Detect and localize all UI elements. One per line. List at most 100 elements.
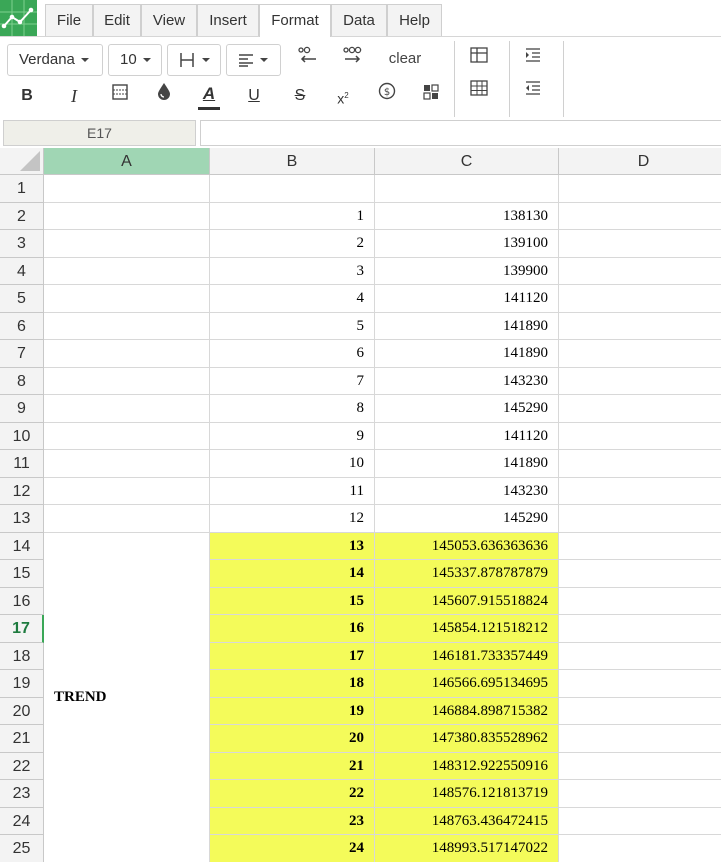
cell-b[interactable]: 16 xyxy=(210,615,375,643)
cell-d[interactable] xyxy=(559,340,721,368)
cell-a[interactable] xyxy=(44,422,210,450)
cell-a[interactable] xyxy=(44,367,210,395)
cell-b[interactable]: 8 xyxy=(210,395,375,423)
cell-d[interactable] xyxy=(559,203,721,230)
select-all-corner[interactable] xyxy=(0,148,44,175)
row-header[interactable]: 22 xyxy=(0,752,44,780)
superscript-icon[interactable]: x2 xyxy=(329,82,357,110)
cell-b[interactable]: 1 xyxy=(210,202,375,230)
fill-color-icon[interactable] xyxy=(150,82,178,110)
cell-c[interactable]: 145607.915518824 xyxy=(375,587,559,615)
cell-b[interactable]: 2 xyxy=(210,230,375,258)
row-header[interactable]: 8 xyxy=(0,367,44,395)
cell-d[interactable] xyxy=(559,698,721,725)
cell-d[interactable] xyxy=(559,313,721,340)
column-header-a[interactable]: A xyxy=(44,148,210,175)
cell-d[interactable] xyxy=(559,450,721,478)
cell-b[interactable]: 4 xyxy=(210,285,375,313)
cell-c[interactable]: 141120 xyxy=(375,422,559,450)
cell-b[interactable]: 12 xyxy=(210,505,375,533)
cell-b[interactable]: 10 xyxy=(210,450,375,478)
cell-a[interactable] xyxy=(44,505,210,533)
cell-b[interactable]: 7 xyxy=(210,367,375,395)
cell-d[interactable] xyxy=(559,643,721,670)
cell-a[interactable] xyxy=(44,312,210,340)
row-header[interactable]: 11 xyxy=(0,450,44,478)
cell-b[interactable]: 20 xyxy=(210,725,375,753)
font-size-select[interactable]: 10 xyxy=(108,44,162,76)
cell-d[interactable] xyxy=(559,395,721,423)
cell-reference-box[interactable]: E17 xyxy=(3,120,196,146)
cell-c[interactable]: 138130 xyxy=(375,202,559,230)
font-family-select[interactable]: Verdana xyxy=(7,44,103,76)
cell-c[interactable]: 141890 xyxy=(375,450,559,478)
row-header[interactable]: 25 xyxy=(0,835,44,862)
cell-a[interactable] xyxy=(44,450,210,478)
cell-b[interactable] xyxy=(210,175,375,203)
cell-b[interactable]: 13 xyxy=(210,532,375,560)
underline-icon[interactable]: U xyxy=(240,82,268,110)
currency-icon[interactable]: $ xyxy=(373,82,401,110)
cell-d[interactable] xyxy=(559,560,721,588)
formula-input[interactable] xyxy=(200,120,721,146)
cell-c[interactable]: 145854.121518212 xyxy=(375,615,559,643)
borders-select[interactable] xyxy=(167,44,221,76)
cell-d[interactable] xyxy=(559,780,721,808)
cell-a[interactable] xyxy=(44,395,210,423)
row-header[interactable]: 5 xyxy=(0,285,44,313)
cell-b[interactable]: 21 xyxy=(210,752,375,780)
cell-d[interactable] xyxy=(559,285,721,313)
menu-file[interactable]: File xyxy=(45,4,93,36)
outdent-icon[interactable] xyxy=(519,78,547,106)
cell-c[interactable]: 146566.695134695 xyxy=(375,670,559,698)
cell-d[interactable] xyxy=(559,175,721,203)
row-header[interactable]: 15 xyxy=(0,560,44,588)
cell-b[interactable]: 23 xyxy=(210,807,375,835)
menu-help[interactable]: Help xyxy=(387,4,442,36)
increase-decimal-icon[interactable] xyxy=(338,45,366,73)
cell-c[interactable]: 145290 xyxy=(375,395,559,423)
text-color-icon[interactable]: A xyxy=(195,80,223,110)
cell-c[interactable]: 148993.517147022 xyxy=(375,835,559,862)
row-header[interactable]: 1 xyxy=(0,175,44,203)
menu-edit[interactable]: Edit xyxy=(93,4,141,36)
cell-b[interactable]: 5 xyxy=(210,312,375,340)
table-freeze-icon[interactable] xyxy=(465,45,493,73)
row-header[interactable]: 24 xyxy=(0,807,44,835)
cell-a[interactable] xyxy=(44,340,210,368)
cell-d[interactable] xyxy=(559,230,721,258)
cell-a[interactable] xyxy=(44,257,210,285)
cell-a[interactable] xyxy=(44,285,210,313)
cell-b[interactable]: 17 xyxy=(210,642,375,670)
cell-b[interactable]: 24 xyxy=(210,835,375,862)
merged-cell-trend-label[interactable]: TREND xyxy=(44,532,210,862)
row-header[interactable]: 12 xyxy=(0,477,44,505)
row-header[interactable]: 4 xyxy=(0,257,44,285)
row-header[interactable]: 13 xyxy=(0,505,44,533)
cell-d[interactable] xyxy=(559,505,721,533)
align-select[interactable] xyxy=(226,44,281,76)
cell-c[interactable]: 146884.898715382 xyxy=(375,697,559,725)
cell-d[interactable] xyxy=(559,670,721,698)
row-header[interactable]: 21 xyxy=(0,725,44,753)
cell-c[interactable]: 143230 xyxy=(375,367,559,395)
row-header[interactable]: 20 xyxy=(0,697,44,725)
cell-d[interactable] xyxy=(559,478,721,505)
cell-format-icon[interactable] xyxy=(106,82,134,110)
cell-d[interactable] xyxy=(559,423,721,450)
cell-c[interactable]: 141890 xyxy=(375,340,559,368)
cell-c[interactable]: 139900 xyxy=(375,257,559,285)
cell-a[interactable] xyxy=(44,202,210,230)
cell-d[interactable] xyxy=(559,368,721,395)
cell-d[interactable] xyxy=(559,588,721,615)
cell-b[interactable]: 18 xyxy=(210,670,375,698)
cell-b[interactable]: 19 xyxy=(210,697,375,725)
row-header[interactable]: 23 xyxy=(0,780,44,808)
cell-d[interactable] xyxy=(559,258,721,285)
row-header[interactable]: 17 xyxy=(0,615,44,643)
cell-c[interactable]: 143230 xyxy=(375,477,559,505)
cell-d[interactable] xyxy=(559,753,721,780)
cell-b[interactable]: 6 xyxy=(210,340,375,368)
cell-b[interactable]: 22 xyxy=(210,780,375,808)
cell-c[interactable]: 147380.835528962 xyxy=(375,725,559,753)
